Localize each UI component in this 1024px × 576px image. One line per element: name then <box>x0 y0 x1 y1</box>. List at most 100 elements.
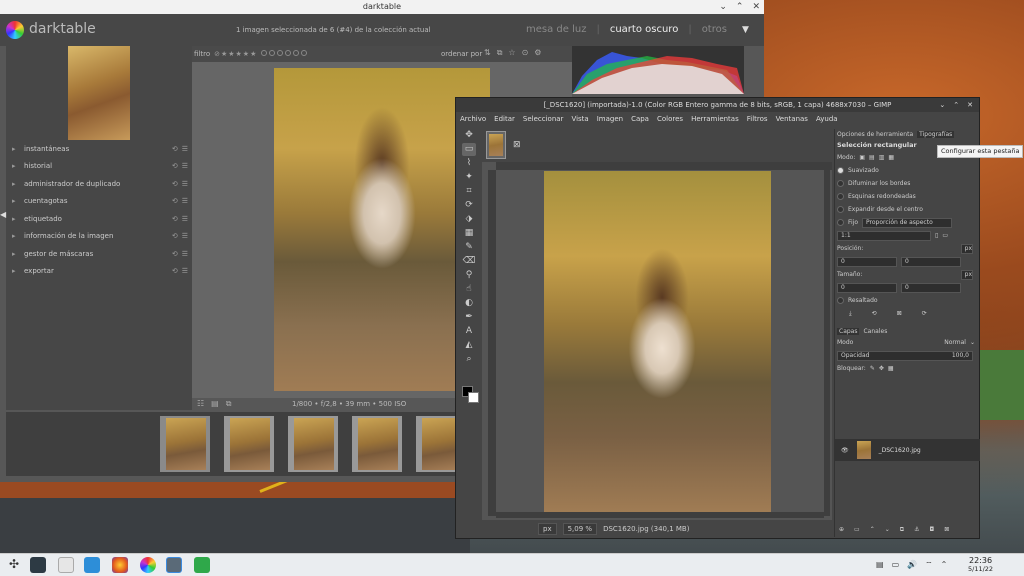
size-h-field[interactable]: 0 <box>901 282 961 293</box>
menu-ventanas[interactable]: Ventanas <box>776 115 808 123</box>
tab-fonts[interactable]: Tipografías <box>917 130 955 138</box>
size-w-field[interactable]: 0 <box>837 282 897 293</box>
gimp-taskbar-icon[interactable] <box>166 557 182 573</box>
landscape-icon[interactable]: ▭ <box>942 232 948 239</box>
vertical-scrollbar[interactable] <box>824 170 830 516</box>
module-export[interactable]: ▸ exportar ⟲ ☰ <box>12 262 188 280</box>
paintbrush-icon[interactable]: ✎ <box>462 241 476 254</box>
fuzzy-select-tool-icon[interactable]: ✦ <box>462 171 476 184</box>
menu-ayuda[interactable]: Ayuda <box>816 115 838 123</box>
presets-icon[interactable]: ☰ <box>182 267 188 275</box>
layer-item[interactable]: 👁 _DSC1620.jpg <box>835 439 980 461</box>
module-snapshots[interactable]: ▸ instantáneas ⟲ ☰ <box>12 140 188 158</box>
terminal-icon[interactable] <box>30 557 46 573</box>
mode-add-icon[interactable]: ▤ <box>869 154 875 161</box>
color-label-filter[interactable] <box>261 50 309 58</box>
navigation-thumbnail[interactable] <box>68 46 130 140</box>
position-unit-select[interactable]: px <box>960 243 973 254</box>
bucket-fill-icon[interactable]: ▦ <box>462 227 476 240</box>
grouping-icon[interactable]: ⧉ <box>497 48 503 58</box>
filmstrip-thumbnail[interactable] <box>416 416 462 472</box>
mode-subtract-icon[interactable]: ▥ <box>879 154 885 161</box>
zoom-tool-icon[interactable]: ⌕ <box>462 353 476 366</box>
checkbox[interactable] <box>837 180 844 187</box>
reset-icon[interactable]: ⟲ <box>172 232 178 240</box>
size-unit-select[interactable]: px <box>960 269 973 280</box>
module-duplicate-manager[interactable]: ▸ administrador de duplicado ⟲ ☰ <box>12 175 188 193</box>
menu-archivo[interactable]: Archivo <box>460 115 486 123</box>
duplicate-layer-icon[interactable]: ⧉ <box>900 526 904 534</box>
lock-pixels-icon[interactable]: ✎ <box>870 365 875 372</box>
module-color-picker[interactable]: ▸ cuentagotas ⟲ ☰ <box>12 192 188 210</box>
clipboard-icon[interactable]: ▤ <box>876 560 884 570</box>
position-x-field[interactable]: 0 <box>837 256 897 267</box>
lasso-tool-icon[interactable]: ⌇ <box>462 157 476 170</box>
menu-herramientas[interactable]: Herramientas <box>691 115 739 123</box>
menu-editar[interactable]: Editar <box>494 115 515 123</box>
clock[interactable]: 22:36 5/11/22 <box>968 556 993 574</box>
presets-icon[interactable]: ☰ <box>182 250 188 258</box>
reset-icon[interactable]: ⟳ <box>922 310 927 317</box>
dodge-tool-icon[interactable]: ◐ <box>462 297 476 310</box>
quick-access-icon[interactable]: ☷ <box>197 399 204 409</box>
mode-intersect-icon[interactable]: ▦ <box>888 154 894 161</box>
mask-layer-icon[interactable]: ◘ <box>929 526 934 533</box>
eye-icon[interactable]: 👁 <box>841 447 849 454</box>
module-tagging[interactable]: ▸ etiquetado ⟲ ☰ <box>12 210 188 228</box>
tab-channels[interactable]: Canales <box>863 328 887 335</box>
option-feather[interactable]: Difuminar los bordes <box>835 177 979 190</box>
menu-capa[interactable]: Capa <box>631 115 649 123</box>
horizontal-ruler[interactable] <box>496 162 832 170</box>
close-tab-icon[interactable]: ⊠ <box>513 140 521 150</box>
reset-icon[interactable]: ⟲ <box>172 267 178 275</box>
module-history[interactable]: ▸ historial ⟲ ☰ <box>12 157 188 175</box>
smudge-tool-icon[interactable]: ☝ <box>462 283 476 296</box>
maximize-icon[interactable]: ⌃ <box>953 98 959 112</box>
filmstrip-thumbnail[interactable] <box>224 416 274 472</box>
raise-layer-icon[interactable]: ⌃ <box>870 526 875 533</box>
menu-seleccionar[interactable]: Seleccionar <box>523 115 564 123</box>
app-launcher-icon[interactable]: ✣ <box>6 557 22 573</box>
checkbox[interactable] <box>837 219 844 226</box>
presets-icon[interactable]: ☰ <box>182 215 188 223</box>
option-rounded-corners[interactable]: Esquinas redondeadas <box>835 190 979 203</box>
vertical-ruler[interactable] <box>488 170 496 516</box>
chevron-down-icon[interactable]: ▼ <box>742 25 749 35</box>
reset-icon[interactable]: ⟲ <box>172 197 178 205</box>
menu-filtros[interactable]: Filtros <box>747 115 768 123</box>
close-icon[interactable]: ✕ <box>752 0 760 14</box>
new-layer-icon[interactable]: ⊕ <box>839 526 844 533</box>
horizontal-scrollbar[interactable] <box>496 512 824 518</box>
checkbox[interactable] <box>837 167 844 174</box>
filmstrip-thumbnail[interactable] <box>352 416 402 472</box>
darktable-taskbar-icon[interactable] <box>140 557 156 573</box>
histogram[interactable] <box>572 46 744 94</box>
warp-tool-icon[interactable]: ⬗ <box>462 213 476 226</box>
menu-vista[interactable]: Vista <box>571 115 588 123</box>
reset-icon[interactable]: ⟲ <box>172 145 178 153</box>
sort-label[interactable]: ordenar por <box>441 50 482 58</box>
network-icon[interactable]: ⌔ <box>925 560 933 570</box>
option-highlight[interactable]: Resaltado <box>835 294 979 307</box>
opacity-slider[interactable]: Opacidad 100,0 <box>837 350 973 361</box>
preferences-icon[interactable]: ⚙ <box>534 48 541 58</box>
lock-alpha-icon[interactable]: ▦ <box>888 365 894 372</box>
minimize-icon[interactable]: ⌄ <box>939 98 945 112</box>
tab-layers[interactable]: Capas <box>837 327 860 335</box>
image-tab[interactable] <box>486 131 506 159</box>
lower-layer-icon[interactable]: ⌄ <box>885 526 890 533</box>
filmstrip-thumbnail[interactable] <box>288 416 338 472</box>
files-icon[interactable] <box>58 557 74 573</box>
volume-icon[interactable]: 🔊 <box>907 560 917 570</box>
reset-icon[interactable]: ⟲ <box>172 250 178 258</box>
zoom-select[interactable]: 5,09 % <box>562 523 598 535</box>
module-mask-manager[interactable]: ▸ gestor de máscaras ⟲ ☰ <box>12 245 188 263</box>
device-icon[interactable]: ▭ <box>892 560 900 570</box>
crop-tool-icon[interactable]: ⌗ <box>462 185 476 198</box>
styles-icon[interactable]: ▤ <box>211 399 219 409</box>
view-other[interactable]: otros <box>702 24 727 35</box>
measure-tool-icon[interactable]: ◭ <box>462 339 476 352</box>
view-lighttable[interactable]: mesa de luz <box>526 24 586 35</box>
app-icon[interactable] <box>194 557 210 573</box>
rating-filter-stars[interactable]: ⊘★★★★★ <box>214 50 257 58</box>
